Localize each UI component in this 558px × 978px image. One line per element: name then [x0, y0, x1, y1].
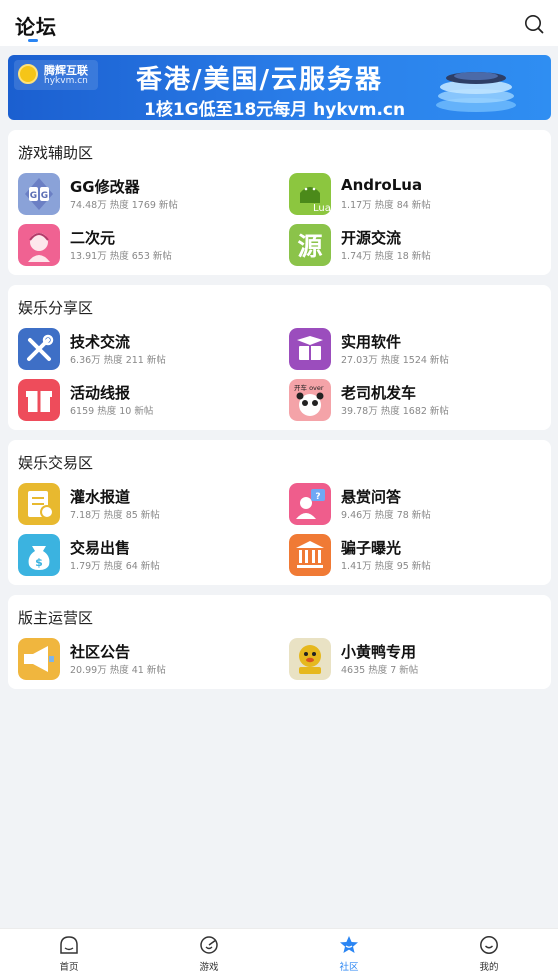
megaphone-icon	[18, 638, 60, 680]
forum-item-meta: 1.79万 热度 64 新帖	[70, 561, 160, 572]
top-header: 论坛	[0, 0, 558, 46]
forum-item-events[interactable]: 活动线报 6159 热度 10 新帖	[18, 379, 278, 423]
forum-item-name: 技术交流	[70, 333, 131, 351]
banner-brand: 腾辉互联 hykvm.cn	[14, 60, 98, 90]
forum-item-meta: 1.41万 热度 95 新帖	[341, 561, 431, 572]
forum-item-name: 社区公告	[70, 643, 131, 661]
ad-banner[interactable]: 腾辉互联 hykvm.cn 香港/美国/云服务器 1核1G低至18元每月 hyk…	[8, 55, 551, 120]
section-moderator: 版主运营区 社区公告 20.99万 热度 41 新帖 小黄鸭专用 4635 热度…	[8, 595, 551, 689]
server-icon	[436, 72, 516, 112]
forum-item-name: 实用软件	[341, 333, 402, 351]
gift-icon	[18, 379, 60, 421]
panda-meme-icon: 开车 over	[289, 379, 331, 421]
svg-text:G: G	[30, 191, 37, 201]
duck-icon	[289, 638, 331, 680]
svg-text:$: $	[35, 556, 43, 569]
forum-item-name: 活动线报	[70, 384, 131, 402]
forum-item-meta: 74.48万 热度 1769 新帖	[70, 200, 178, 211]
forum-item-meta: 13.91万 热度 653 新帖	[70, 251, 172, 262]
forum-item-anime[interactable]: 二次元 13.91万 热度 653 新帖	[18, 224, 278, 268]
question-user-icon: ?	[289, 483, 331, 525]
forum-item-software[interactable]: 实用软件 27.03万 热度 1524 新帖	[289, 328, 549, 372]
forum-item-gg[interactable]: G G GG修改器 74.48万 热度 1769 新帖	[18, 173, 278, 217]
page-title: 论坛	[15, 15, 57, 39]
banner-brand-url: hykvm.cn	[44, 76, 88, 86]
tab-games[interactable]: 游戏	[169, 929, 249, 978]
forum-item-meta: 6159 热度 10 新帖	[70, 406, 154, 417]
box-icon	[289, 328, 331, 370]
tab-profile[interactable]: 我的	[449, 929, 529, 978]
tab-label: 我的	[479, 962, 499, 973]
forum-item-driver[interactable]: 开车 over 老司机发车 39.78万 热度 1682 新帖	[289, 379, 549, 423]
forum-item-sale[interactable]: $ 交易出售 1.79万 热度 64 新帖	[18, 534, 278, 578]
source-char-icon: 源	[289, 224, 331, 266]
tab-label: 游戏	[199, 962, 219, 973]
banner-headline: 香港/美国/云服务器	[136, 65, 383, 95]
coin-logo-icon	[18, 64, 38, 84]
forum-item-name: 小黄鸭专用	[341, 643, 417, 661]
tab-home[interactable]: 首页	[29, 929, 109, 978]
search-icon[interactable]	[524, 14, 544, 34]
title-indicator	[28, 39, 38, 42]
tab-label: 社区	[339, 962, 359, 973]
forum-item-bounty[interactable]: ? 悬赏问答 9.46万 热度 78 新帖	[289, 483, 549, 527]
bottom-tab-bar: 首页 游戏 社区 我的	[0, 928, 558, 978]
forum-item-androlua[interactable]: Lua AndroLua 1.17万 热度 84 新帖	[289, 173, 549, 217]
game-icon	[200, 936, 218, 954]
gg-app-icon: G G	[18, 173, 60, 215]
anime-girl-icon	[18, 224, 60, 266]
forum-item-name: 交易出售	[70, 539, 131, 557]
forum-item-meta: 20.99万 热度 41 新帖	[70, 665, 166, 676]
forum-item-chat[interactable]: 灌水报道 7.18万 热度 85 新帖	[18, 483, 278, 527]
androlua-icon: Lua	[289, 173, 331, 215]
forum-item-meta: 1.74万 热度 18 新帖	[341, 251, 431, 262]
section-title: 娱乐交易区	[18, 454, 94, 472]
forum-item-name: AndroLua	[341, 176, 423, 194]
svg-text:Lua: Lua	[313, 203, 331, 214]
section-title: 娱乐分享区	[18, 299, 94, 317]
svg-text:开车 over: 开车 over	[294, 383, 324, 392]
forum-item-meta: 4635 热度 7 新帖	[341, 665, 419, 676]
section-title: 游戏辅助区	[18, 144, 94, 162]
forum-item-name: 悬赏问答	[341, 488, 402, 506]
tools-icon	[18, 328, 60, 370]
tab-community[interactable]: 社区	[309, 929, 389, 978]
svg-text:G: G	[41, 191, 48, 201]
forum-item-name: GG修改器	[70, 178, 140, 196]
home-icon	[60, 936, 78, 954]
forum-item-tech[interactable]: 技术交流 6.36万 热度 211 新帖	[18, 328, 278, 372]
money-bag-icon: $	[18, 534, 60, 576]
section-title: 版主运营区	[18, 609, 94, 627]
svg-text:源: 源	[297, 232, 322, 261]
section-entertainment-share: 娱乐分享区 技术交流 6.36万 热度 211 新帖 实用软件 27.03万 热…	[8, 285, 551, 430]
tab-label: 首页	[59, 962, 79, 973]
svg-text:?: ?	[315, 492, 320, 502]
forum-item-opensource[interactable]: 源 开源交流 1.74万 热度 18 新帖	[289, 224, 549, 268]
banner-subline: 1核1G低至18元每月 hykvm.cn	[144, 100, 406, 120]
forum-item-name: 灌水报道	[70, 488, 131, 506]
forum-item-name: 老司机发车	[341, 384, 417, 402]
forum-item-meta: 6.36万 热度 211 新帖	[70, 355, 166, 366]
profile-smile-icon	[480, 936, 498, 954]
forum-item-scam[interactable]: 骗子曝光 1.41万 热度 95 新帖	[289, 534, 549, 578]
forum-item-meta: 7.18万 热度 85 新帖	[70, 510, 160, 521]
forum-item-name: 二次元	[70, 229, 116, 247]
forum-item-meta: 9.46万 热度 78 新帖	[341, 510, 431, 521]
forum-item-name: 骗子曝光	[341, 539, 402, 557]
forum-item-duck[interactable]: 小黄鸭专用 4635 热度 7 新帖	[289, 638, 549, 682]
forum-item-meta: 1.17万 热度 84 新帖	[341, 200, 431, 211]
community-star-icon	[340, 936, 358, 953]
court-icon	[289, 534, 331, 576]
document-clock-icon	[18, 483, 60, 525]
forum-item-meta: 39.78万 热度 1682 新帖	[341, 406, 449, 417]
forum-item-meta: 27.03万 热度 1524 新帖	[341, 355, 449, 366]
forum-item-name: 开源交流	[341, 229, 402, 247]
forum-item-announcement[interactable]: 社区公告 20.99万 热度 41 新帖	[18, 638, 278, 682]
section-game-assist: 游戏辅助区 G G GG修改器 74.48万 热度 1769 新帖 Lua An…	[8, 130, 551, 275]
section-entertainment-trade: 娱乐交易区 灌水报道 7.18万 热度 85 新帖 ? 悬赏问答 9.46万 热…	[8, 440, 551, 585]
